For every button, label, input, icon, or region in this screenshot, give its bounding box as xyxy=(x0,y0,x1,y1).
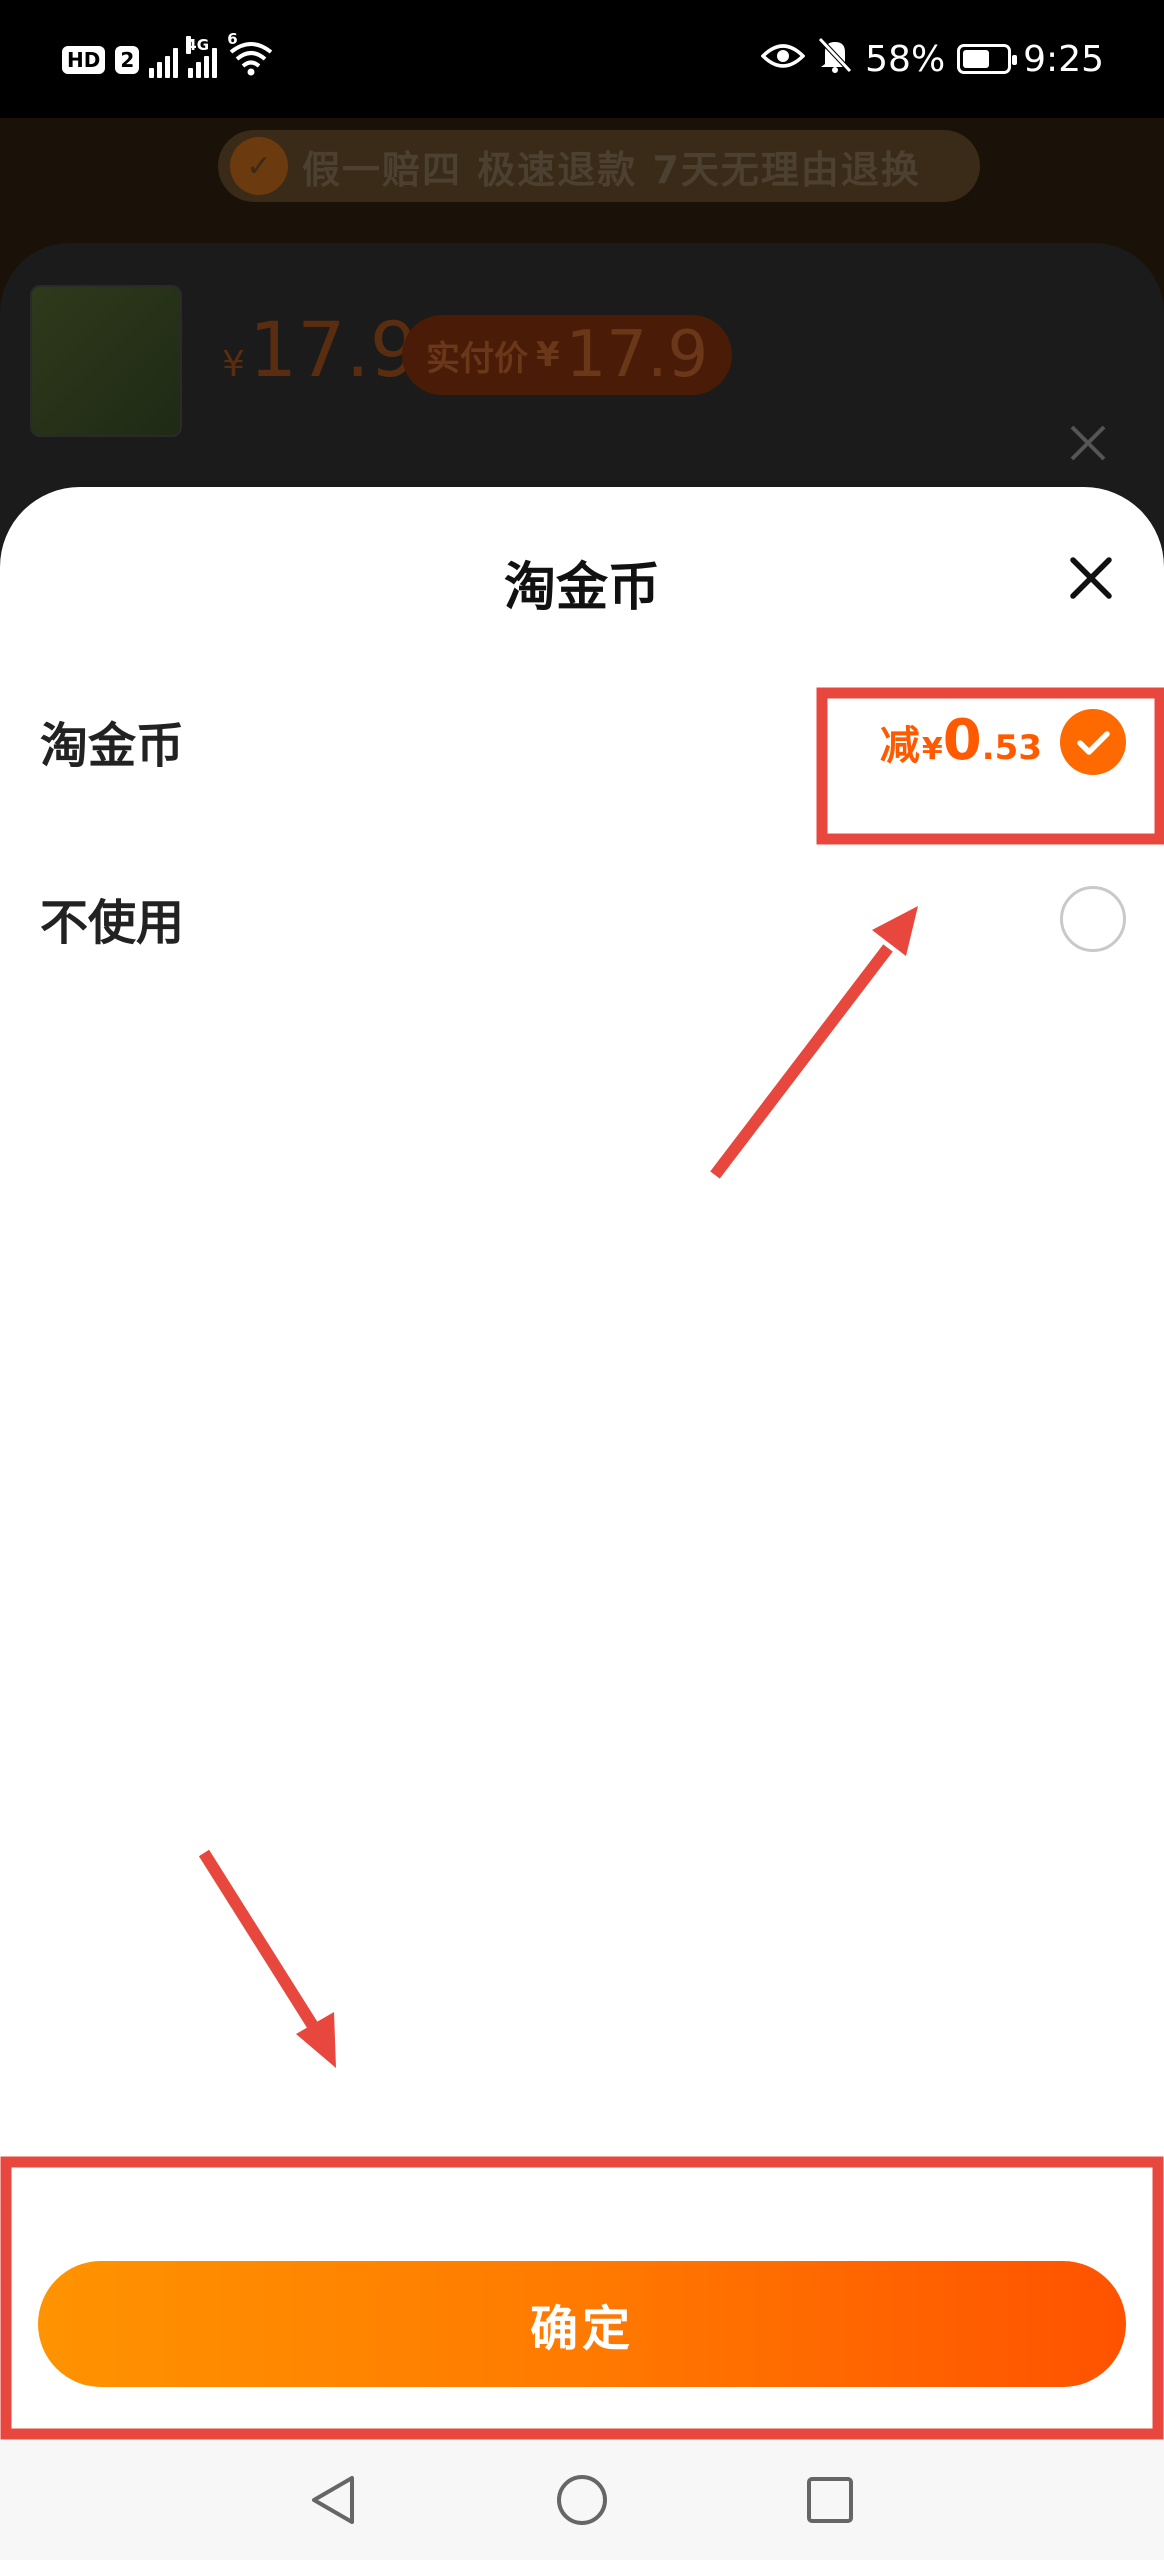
option-label: 不使用 xyxy=(40,895,185,951)
eye-icon xyxy=(760,39,806,80)
coin-sheet: 淘金币 淘金币 减 ¥ 0 .53 不使用 确定 xyxy=(0,487,1164,2560)
back-triangle-icon[interactable] xyxy=(294,2460,374,2540)
close-icon[interactable] xyxy=(1066,553,1116,603)
discount-decimal: .53 xyxy=(981,728,1042,768)
wifi-icon: 6 xyxy=(227,30,275,82)
confirm-button[interactable]: 确定 xyxy=(38,2261,1126,2387)
empty-circle-icon[interactable] xyxy=(1060,886,1126,952)
discount-integer: 0 xyxy=(942,708,982,773)
discount-prefix: 减 xyxy=(879,723,920,769)
clock: 9:25 xyxy=(1023,38,1104,80)
status-bar: HD 2 4G 6 58% 9:25 xyxy=(0,0,1164,118)
mute-bell-icon xyxy=(817,36,853,83)
guarantee-banner: ✓ 假一赔四 极速退款 7天无理由退换 xyxy=(218,130,980,202)
shield-check-icon: ✓ xyxy=(230,137,288,195)
sheet-title: 淘金币 xyxy=(503,558,660,618)
battery-percent: 58% xyxy=(865,38,946,80)
wifi-label: 6 xyxy=(227,30,238,48)
signal-2-icon: 4G xyxy=(186,36,218,78)
hd-icon: HD xyxy=(62,46,106,74)
discount-amount: 减 ¥ 0 .53 xyxy=(880,708,1042,773)
real-price-currency: ¥ xyxy=(536,335,560,375)
discount-currency: ¥ xyxy=(921,732,943,767)
real-price-value: 17.9 xyxy=(565,318,709,392)
price-value: 17.9 xyxy=(248,305,419,394)
check-circle-icon[interactable] xyxy=(1060,709,1126,775)
guarantee-text: 假一赔四 极速退款 7天无理由退换 xyxy=(302,147,921,192)
option-label: 淘金币 xyxy=(40,718,185,774)
system-nav-bar xyxy=(0,2440,1164,2560)
status-right-icons: 58% 9:25 xyxy=(760,34,1104,84)
network-type-label: 4G xyxy=(186,36,210,54)
close-icon xyxy=(1070,425,1106,461)
product-thumbnail xyxy=(30,285,182,437)
signal-1-icon xyxy=(149,42,179,78)
home-circle-icon[interactable] xyxy=(542,2460,622,2540)
product-price: ¥ 17.9 xyxy=(222,305,418,394)
option-not-use[interactable]: 不使用 xyxy=(0,837,1164,997)
option-taojinbi[interactable]: 淘金币 减 ¥ 0 .53 xyxy=(0,660,1164,820)
sim-slot-icon: 2 xyxy=(115,46,140,74)
battery-icon xyxy=(957,44,1018,74)
price-currency: ¥ xyxy=(222,344,245,385)
real-price-badge: 实付价 ¥ 17.9 xyxy=(402,315,733,395)
real-price-label: 实付价 xyxy=(426,338,528,379)
recent-square-icon[interactable] xyxy=(790,2460,870,2540)
status-left-icons: HD 2 4G 6 xyxy=(62,30,275,82)
